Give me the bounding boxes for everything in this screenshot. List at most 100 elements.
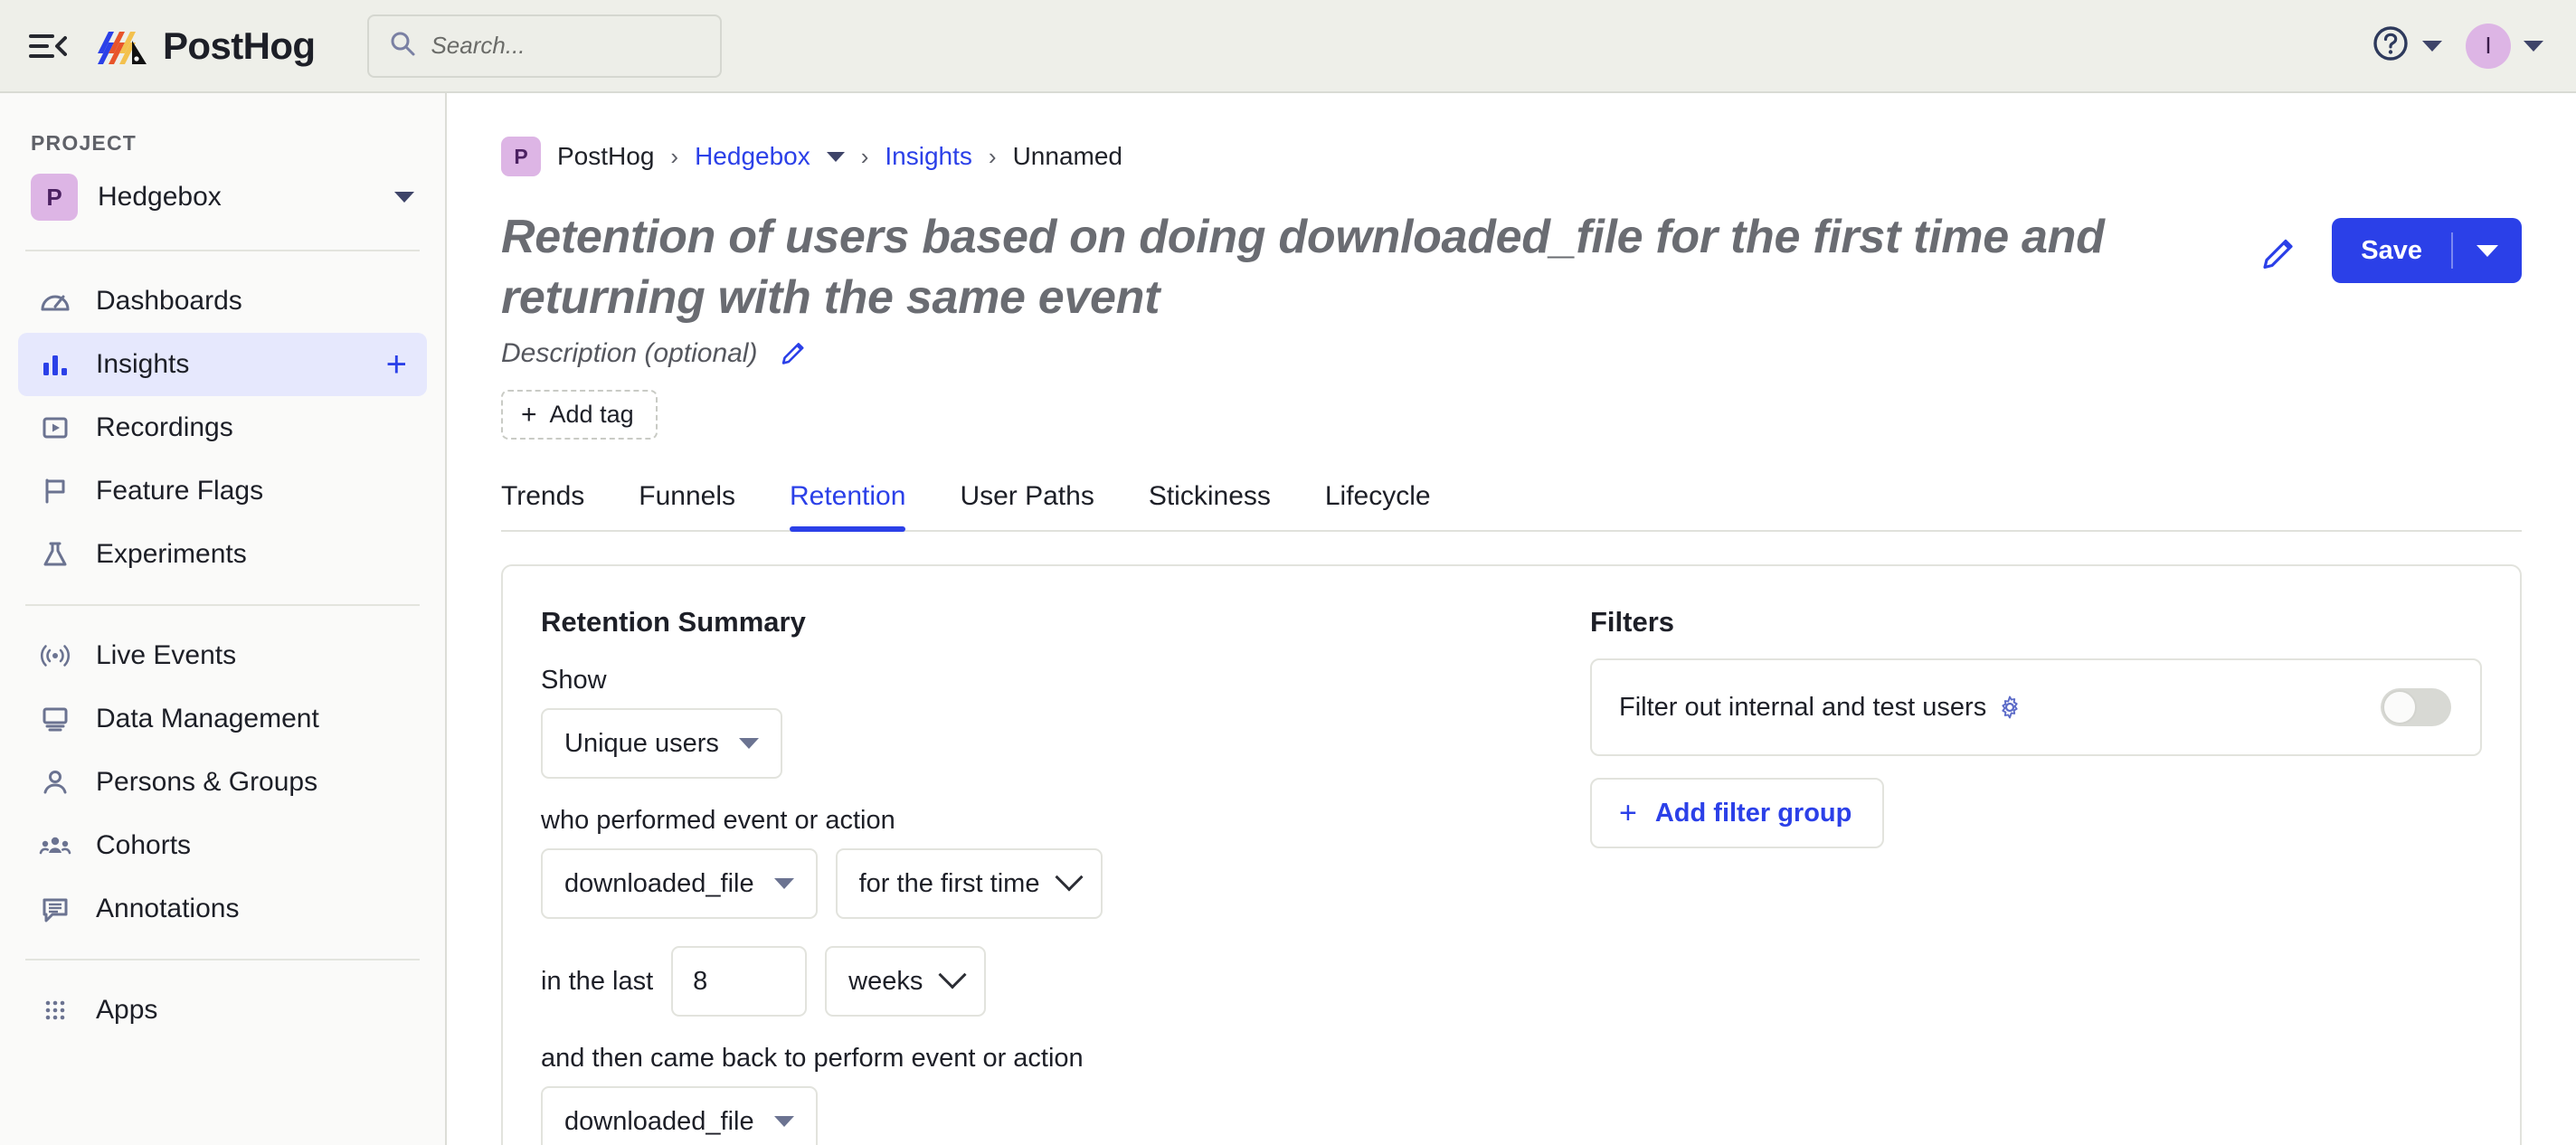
chevron-down-icon[interactable] (394, 192, 414, 203)
target-event-select[interactable]: downloaded_file (541, 848, 818, 919)
flask-icon (38, 537, 72, 572)
save-dropdown-button[interactable] (2453, 245, 2522, 257)
sidebar-item-dashboards[interactable]: Dashboards (18, 270, 427, 333)
add-tag-button[interactable]: + Add tag (501, 390, 658, 440)
insight-type-tabs: Trends Funnels Retention User Paths Stic… (501, 481, 2522, 532)
breadcrumb-item-insights[interactable]: Insights (885, 142, 972, 171)
sidebar-item-label: Cohorts (96, 830, 191, 861)
brand-name: PostHog (163, 24, 315, 68)
broadcast-icon (38, 639, 72, 673)
sidebar-group-data: Live Events Data Management (0, 624, 445, 941)
sidebar-divider (25, 250, 420, 251)
description-placeholder: Description (optional) (501, 338, 757, 369)
user-account-menu-button[interactable]: I (2466, 24, 2543, 69)
save-button[interactable]: Save (2332, 218, 2522, 283)
search-placeholder: Search... (431, 32, 525, 60)
period-unit-select[interactable]: weeks (825, 946, 986, 1017)
topbar-right-actions: I (2372, 24, 2543, 69)
edit-title-pencil-icon[interactable] (2258, 230, 2299, 271)
first-time-select[interactable]: for the first time (836, 848, 1103, 919)
sidebar-project-switcher[interactable]: P Hedgebox (0, 165, 445, 232)
returning-event-value: downloaded_file (564, 1107, 754, 1137)
tab-user-paths[interactable]: User Paths (933, 481, 1121, 530)
chevron-down-icon (939, 960, 967, 989)
app-body: PROJECT P Hedgebox Dashbo (0, 93, 2576, 1145)
add-tag-label: Add tag (550, 401, 634, 429)
breadcrumb-item-posthog[interactable]: PostHog (557, 142, 654, 171)
sidebar-item-data-management[interactable]: Data Management (18, 687, 427, 751)
tab-funnels[interactable]: Funnels (611, 481, 762, 530)
person-icon (38, 765, 72, 800)
page-title: Retention of users based on doing downlo… (501, 207, 2220, 327)
sidebar-item-persons-groups[interactable]: Persons & Groups (18, 751, 427, 814)
chevron-down-icon (2524, 41, 2543, 52)
gear-icon[interactable] (1997, 695, 2022, 720)
internal-test-users-filter-row: Filter out internal and test users (1590, 658, 2482, 756)
show-target-entity-select[interactable]: Unique users (541, 708, 782, 779)
plus-icon: + (1619, 798, 1637, 828)
in-the-last-label: in the last (541, 967, 653, 997)
tab-stickiness[interactable]: Stickiness (1122, 481, 1298, 530)
show-label: Show (541, 666, 1554, 696)
target-event-value: downloaded_file (564, 869, 754, 899)
sidebar-item-label: Insights (96, 349, 189, 380)
internal-test-users-filter-label: Filter out internal and test users (1619, 693, 1986, 723)
breadcrumb-item-hedgebox[interactable]: Hedgebox (695, 142, 810, 171)
returning-event-select[interactable]: downloaded_file (541, 1086, 818, 1145)
search-input[interactable]: Search... (367, 14, 722, 78)
retention-summary-title: Retention Summary (541, 606, 1554, 639)
gauge-icon (38, 284, 72, 318)
sidebar-item-cohorts[interactable]: Cohorts (18, 814, 427, 877)
tab-lifecycle[interactable]: Lifecycle (1298, 481, 1458, 530)
sidebar-item-live-events[interactable]: Live Events (18, 624, 427, 687)
people-group-icon (38, 828, 72, 863)
sidebar-item-label: Persons & Groups (96, 767, 317, 798)
flag-icon (38, 474, 72, 508)
sidebar-item-label: Experiments (96, 539, 247, 570)
performed-event-label: who performed event or action (541, 806, 1554, 836)
sidebar-item-recordings[interactable]: Recordings (18, 396, 427, 459)
sidebar-item-label: Data Management (96, 704, 319, 734)
add-filter-group-label: Add filter group (1655, 799, 1852, 828)
help-menu-button[interactable] (2372, 24, 2442, 67)
avatar: I (2466, 24, 2511, 69)
posthog-app: PostHog Search... (0, 0, 2576, 1145)
retention-summary-panel: Retention Summary Show Unique users who … (541, 606, 1554, 1145)
description-row: Description (optional) (501, 336, 2522, 370)
sidebar-item-label: Apps (96, 995, 157, 1026)
tab-retention[interactable]: Retention (762, 481, 933, 530)
sidebar-item-insights[interactable]: Insights + (18, 333, 427, 396)
sidebar-item-label: Recordings (96, 412, 233, 443)
question-circle-icon (2372, 24, 2410, 67)
edit-description-pencil-icon[interactable] (779, 336, 808, 370)
grid-dots-icon (38, 993, 72, 1027)
sidebar-item-feature-flags[interactable]: Feature Flags (18, 459, 427, 523)
project-badge: P (31, 174, 78, 221)
chevron-down-icon (2477, 245, 2498, 257)
chevron-down-icon[interactable] (827, 152, 845, 162)
posthog-logo[interactable]: PostHog (96, 23, 315, 70)
sidebar-item-annotations[interactable]: Annotations (18, 877, 427, 941)
tags-row: + Add tag (501, 390, 2522, 440)
period-count-input[interactable]: 8 (671, 946, 807, 1017)
bar-chart-icon (38, 347, 72, 382)
tab-trends[interactable]: Trends (501, 481, 611, 530)
hamburger-collapse-icon[interactable] (27, 25, 69, 67)
monitor-icon (38, 702, 72, 736)
sidebar-item-apps[interactable]: Apps (18, 979, 427, 1042)
new-insight-plus-icon[interactable]: + (386, 352, 407, 377)
plus-icon: + (521, 402, 537, 429)
breadcrumb-separator: › (670, 143, 678, 171)
insight-header: Retention of users based on doing downlo… (501, 207, 2522, 327)
chevron-down-icon (1056, 863, 1084, 891)
search-icon (389, 30, 416, 62)
sidebar-divider (25, 959, 420, 960)
sidebar-group-product: Dashboards Insights + (0, 270, 445, 586)
internal-test-users-toggle[interactable] (2381, 688, 2451, 726)
comment-lines-icon (38, 892, 72, 926)
show-target-entity-value: Unique users (564, 729, 719, 759)
posthog-hedgehog-logo-icon (96, 23, 148, 70)
sidebar-item-experiments[interactable]: Experiments (18, 523, 427, 586)
first-time-value: for the first time (859, 869, 1040, 899)
add-filter-group-button[interactable]: + Add filter group (1590, 778, 1884, 848)
